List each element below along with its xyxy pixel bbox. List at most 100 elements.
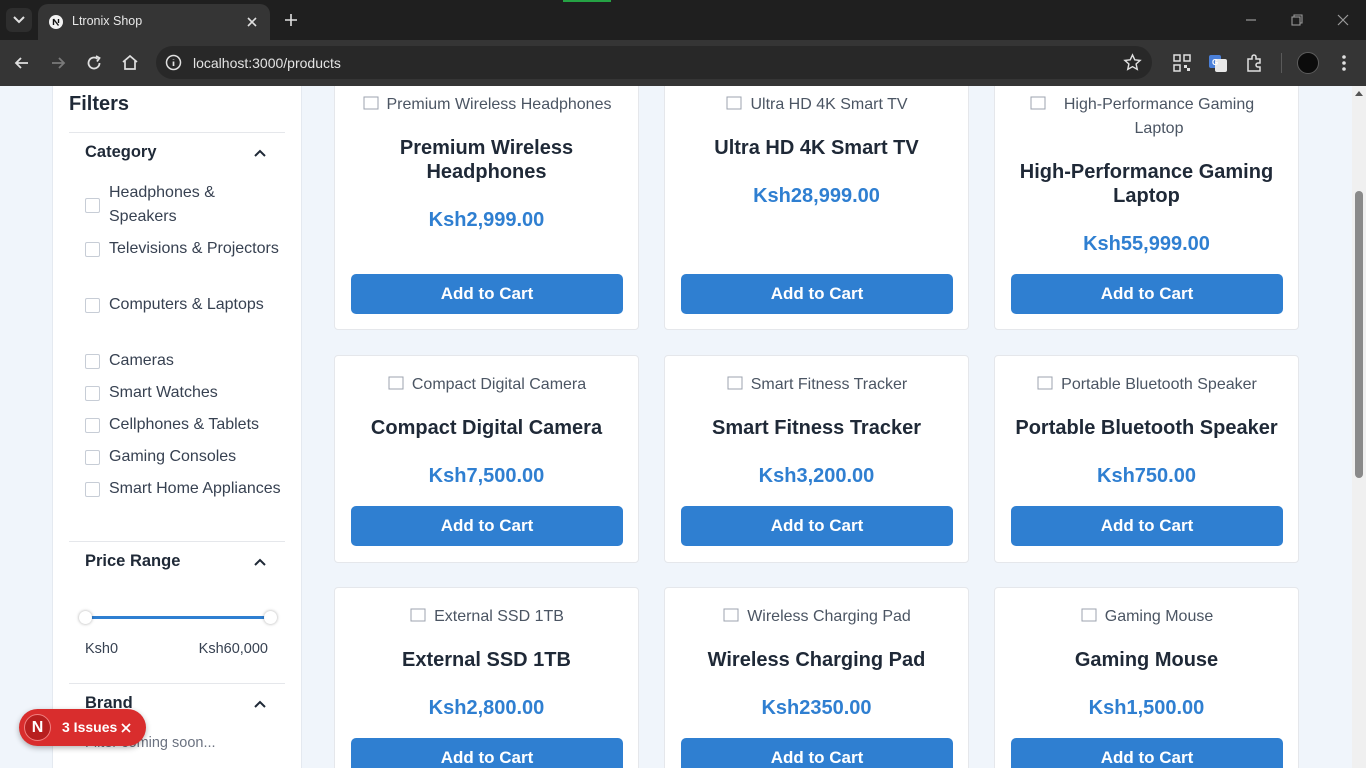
scrollbar-thumb[interactable] bbox=[1355, 191, 1363, 478]
category-item-computers-laptops[interactable]: Computers & Laptops bbox=[85, 293, 285, 317]
add-to-cart-button[interactable]: Add to Cart bbox=[1011, 506, 1283, 546]
url-text[interactable]: localhost:3000/products bbox=[193, 55, 341, 71]
broken-image-icon bbox=[723, 608, 739, 622]
issues-count[interactable]: 3 Issues bbox=[62, 719, 117, 735]
divider bbox=[69, 683, 285, 684]
checkbox[interactable] bbox=[85, 481, 100, 497]
product-name: Portable Bluetooth Speaker bbox=[1015, 417, 1278, 439]
image-alt-text: Wireless Charging Pad bbox=[747, 608, 911, 625]
dev-issues-badge[interactable]: N 3 Issues bbox=[19, 709, 146, 746]
product-image: Wireless Charging Pad bbox=[681, 605, 953, 627]
category-item-smart-watches[interactable]: Smart Watches bbox=[85, 381, 285, 405]
profile-avatar[interactable] bbox=[1297, 52, 1319, 74]
divider bbox=[69, 541, 285, 542]
category-item-cellphones-tablets[interactable]: Cellphones & Tablets bbox=[85, 413, 285, 437]
forward-icon[interactable] bbox=[48, 53, 68, 73]
product-image: Premium Wireless Headphones bbox=[351, 93, 623, 115]
add-to-cart-button[interactable]: Add to Cart bbox=[351, 274, 623, 314]
checkbox[interactable] bbox=[85, 297, 100, 313]
category-item-televisions-projectors[interactable]: Televisions & Projectors bbox=[85, 237, 285, 261]
qr-code-icon[interactable] bbox=[1172, 53, 1192, 73]
add-to-cart-button[interactable]: Add to Cart bbox=[351, 738, 623, 768]
browser-toolbar: localhost:3000/products G bbox=[0, 40, 1366, 86]
filters-title: Filters bbox=[69, 93, 130, 115]
category-label: Smart Home Appliances bbox=[109, 480, 281, 497]
price-slider-max-handle[interactable] bbox=[264, 611, 277, 624]
close-icon[interactable] bbox=[120, 722, 132, 734]
add-to-cart-button[interactable]: Add to Cart bbox=[1011, 738, 1283, 768]
minimize-icon[interactable] bbox=[1243, 12, 1259, 28]
checkbox[interactable] bbox=[85, 197, 100, 213]
chevron-down-icon bbox=[13, 16, 25, 24]
category-label: Televisions & Projectors bbox=[109, 240, 279, 257]
products-page: Filters Category Headphones & Speakers T… bbox=[0, 86, 1366, 768]
category-item-headphones-speakers[interactable]: Headphones & Speakers bbox=[85, 181, 285, 229]
checkbox[interactable] bbox=[85, 449, 100, 465]
category-item-gaming-consoles[interactable]: Gaming Consoles bbox=[85, 445, 285, 469]
google-translate-icon[interactable]: G bbox=[1208, 53, 1228, 73]
product-card: Premium Wireless Headphones Premium Wire… bbox=[334, 86, 639, 330]
category-label: Computers & Laptops bbox=[109, 296, 264, 313]
extensions-icon[interactable] bbox=[1244, 53, 1264, 73]
category-label: Gaming Consoles bbox=[109, 448, 237, 465]
add-to-cart-button[interactable]: Add to Cart bbox=[1011, 274, 1283, 314]
home-icon[interactable] bbox=[120, 53, 140, 73]
restore-icon[interactable] bbox=[1289, 12, 1305, 28]
address-bar[interactable]: localhost:3000/products bbox=[156, 46, 1152, 79]
chevron-up-icon[interactable] bbox=[253, 557, 267, 567]
browser-tab[interactable]: Ltronix Shop bbox=[38, 4, 270, 40]
checkbox[interactable] bbox=[85, 385, 100, 401]
product-card: Gaming Mouse Gaming Mouse Ksh1,500.00 Ad… bbox=[994, 587, 1299, 768]
product-card: Ultra HD 4K Smart TV Ultra HD 4K Smart T… bbox=[664, 86, 969, 330]
reload-icon[interactable] bbox=[84, 53, 104, 73]
add-to-cart-button[interactable]: Add to Cart bbox=[681, 506, 953, 546]
nextjs-favicon-icon bbox=[49, 15, 63, 29]
price-range-section-title[interactable]: Price Range bbox=[85, 552, 180, 571]
browser-tab-bar: Ltronix Shop bbox=[0, 0, 1366, 40]
checkbox[interactable] bbox=[85, 353, 100, 369]
category-label: Smart Watches bbox=[109, 384, 218, 401]
site-info-icon[interactable] bbox=[164, 53, 183, 72]
category-item-smart-home-appliances[interactable]: Smart Home Appliances bbox=[85, 477, 285, 501]
scroll-up-arrow-icon[interactable] bbox=[1355, 90, 1363, 96]
product-name: Premium Wireless Headphones bbox=[399, 137, 574, 183]
page-scrollbar[interactable] bbox=[1352, 86, 1366, 768]
product-price: Ksh3,200.00 bbox=[758, 465, 875, 487]
add-to-cart-button[interactable]: Add to Cart bbox=[351, 506, 623, 546]
nextjs-logo-icon[interactable]: N bbox=[24, 714, 51, 741]
image-alt-text: Ultra HD 4K Smart TV bbox=[750, 96, 908, 113]
tab-title: Ltronix Shop bbox=[72, 14, 143, 28]
close-tab-icon[interactable] bbox=[244, 14, 260, 30]
product-card: Compact Digital Camera Compact Digital C… bbox=[334, 355, 639, 563]
product-image: High-Performance Gaming Laptop bbox=[1011, 93, 1283, 141]
product-name: Wireless Charging Pad bbox=[707, 649, 926, 671]
product-card: High-Performance Gaming Laptop High-Perf… bbox=[994, 86, 1299, 330]
image-alt-text: Gaming Mouse bbox=[1104, 608, 1214, 625]
category-section-title[interactable]: Category bbox=[85, 143, 157, 162]
chevron-up-icon[interactable] bbox=[253, 148, 267, 158]
category-label: Cameras bbox=[109, 352, 174, 369]
checkbox[interactable] bbox=[85, 241, 100, 257]
tab-search-button[interactable] bbox=[6, 8, 32, 32]
tab-group-indicator bbox=[563, 0, 611, 2]
bookmark-star-icon[interactable] bbox=[1123, 53, 1142, 72]
category-item-cameras[interactable]: Cameras bbox=[85, 349, 285, 373]
chevron-up-icon[interactable] bbox=[253, 699, 267, 709]
price-slider-track[interactable] bbox=[91, 616, 265, 619]
product-name: High-Performance Gaming Laptop bbox=[1019, 161, 1274, 207]
svg-text:G: G bbox=[1212, 58, 1218, 67]
close-window-icon[interactable] bbox=[1335, 12, 1351, 28]
category-label: Headphones & Speakers bbox=[109, 184, 215, 225]
broken-image-icon bbox=[1037, 376, 1053, 390]
add-to-cart-button[interactable]: Add to Cart bbox=[681, 274, 953, 314]
add-to-cart-button[interactable]: Add to Cart bbox=[681, 738, 953, 768]
back-icon[interactable] bbox=[12, 53, 32, 73]
new-tab-icon[interactable] bbox=[282, 11, 300, 29]
price-slider-min-handle[interactable] bbox=[79, 611, 92, 624]
product-image: Compact Digital Camera bbox=[351, 373, 623, 395]
broken-image-icon bbox=[410, 608, 426, 622]
more-menu-icon[interactable] bbox=[1334, 53, 1354, 73]
product-image: Gaming Mouse bbox=[1011, 605, 1283, 627]
checkbox[interactable] bbox=[85, 417, 100, 433]
product-price: Ksh750.00 bbox=[1097, 465, 1196, 487]
